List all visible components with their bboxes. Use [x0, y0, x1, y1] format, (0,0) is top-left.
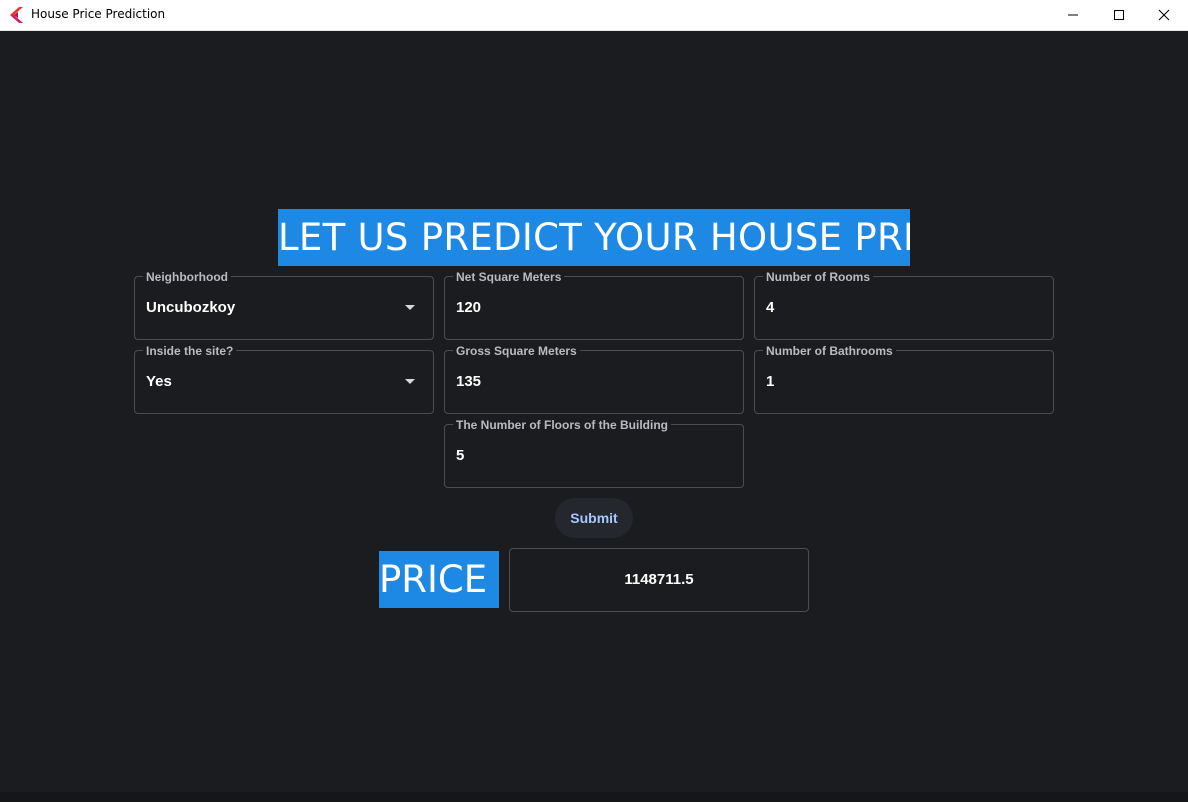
- gross-square-meters-label: Gross Square Meters: [453, 344, 580, 358]
- number-of-rooms-value: 4: [766, 299, 775, 316]
- price-result-value: 1148711.5: [624, 571, 694, 588]
- dropdown-arrow-icon: [405, 305, 415, 310]
- price-result-field: 1148711.5: [509, 548, 809, 612]
- net-square-meters-label: Net Square Meters: [453, 270, 565, 284]
- submit-button[interactable]: Submit: [555, 498, 633, 538]
- close-button[interactable]: [1141, 0, 1187, 30]
- number-of-bathrooms-label: Number of Bathrooms: [763, 344, 896, 358]
- gross-square-meters-field[interactable]: Gross Square Meters 135: [444, 344, 744, 414]
- number-of-floors-value: 5: [456, 447, 465, 464]
- inside-site-dropdown[interactable]: Inside the site? Yes: [134, 344, 434, 414]
- number-of-floors-label: The Number of Floors of the Building: [453, 418, 671, 432]
- flutter-app-icon: [10, 7, 24, 23]
- inside-site-value: Yes: [146, 373, 172, 390]
- neighborhood-dropdown[interactable]: Neighborhood Uncubozkoy: [134, 270, 434, 340]
- number-of-bathrooms-field[interactable]: Number of Bathrooms 1: [754, 344, 1054, 414]
- window-bottom-edge: [0, 792, 1188, 802]
- app-window: House Price Prediction LET US PREDICT YO…: [0, 0, 1188, 802]
- window-title: House Price Prediction: [31, 7, 166, 21]
- number-of-rooms-label: Number of Rooms: [763, 270, 874, 284]
- neighborhood-label: Neighborhood: [143, 270, 231, 284]
- dropdown-arrow-icon: [405, 379, 415, 384]
- maximize-button[interactable]: [1096, 0, 1142, 30]
- minimize-button[interactable]: [1050, 0, 1096, 30]
- number-of-rooms-field[interactable]: Number of Rooms 4: [754, 270, 1054, 340]
- net-square-meters-value: 120: [456, 299, 482, 316]
- net-square-meters-field[interactable]: Net Square Meters 120: [444, 270, 744, 340]
- maximize-icon: [1114, 10, 1124, 20]
- neighborhood-value: Uncubozkoy: [146, 299, 236, 316]
- gross-square-meters-value: 135: [456, 373, 482, 390]
- close-icon: [1158, 9, 1170, 21]
- inside-site-label: Inside the site?: [143, 344, 237, 358]
- title-bar: House Price Prediction: [0, 0, 1188, 31]
- number-of-bathrooms-value: 1: [766, 373, 775, 390]
- minimize-icon: [1068, 14, 1078, 16]
- page-heading: LET US PREDICT YOUR HOUSE PRICE: [278, 209, 910, 266]
- number-of-floors-field[interactable]: The Number of Floors of the Building 5: [444, 418, 744, 488]
- price-label: PRICE :: [379, 551, 499, 608]
